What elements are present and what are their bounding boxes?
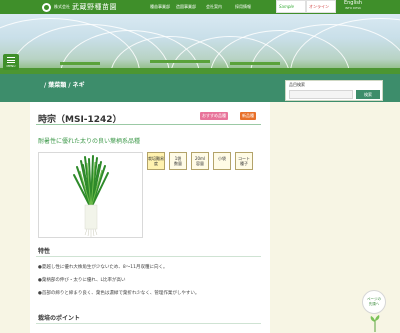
volume-label: 20ml 容量 (194, 156, 206, 166)
search-label: 品目検索 (289, 82, 305, 87)
english-sub-label: INFO DESK (344, 6, 362, 10)
coated-seed-label: コート 種子 (238, 156, 250, 166)
cultivation-divider (36, 323, 261, 324)
banner-ad-1-text: Sample (279, 4, 294, 9)
back-to-top-button[interactable]: ページの 先頭へ (362, 290, 386, 314)
volume-icon: 20ml 容量 (191, 152, 209, 170)
menu-button[interactable]: MENU (3, 54, 19, 70)
feature-item: ●葉柄部の伸び・太りに優れ、L比率が高い (38, 278, 126, 283)
banner-ad-2[interactable]: オンライン (306, 0, 336, 13)
cultivation-heading: 栽培のポイント (38, 315, 81, 322)
difficulty-icon: 栽培難易度 (147, 152, 165, 170)
logo-text: 武蔵野種苗園 (72, 3, 117, 11)
company-logo[interactable]: 株式会社 武蔵野種苗園 (42, 1, 117, 13)
back-to-top-label: ページの 先頭へ (367, 297, 381, 306)
sprout-icon (370, 315, 380, 332)
feature-item: ●首部の締りと締まり良く、葉色は濃緑で葉折れ少なく、管理作業がしやすい。 (38, 291, 200, 296)
nav-company-info[interactable]: 会社案内 (206, 4, 222, 10)
new-variety-badge: 新品種 (240, 112, 256, 120)
nav-landscape-division[interactable]: 造園事業部 (176, 4, 196, 10)
feature-item: ●夏越し性に優れ大株角生が少ないため、8〜11月収穫に向く。 (38, 265, 168, 270)
banner-ad-2-text: オンライン (309, 4, 329, 9)
menu-label: MENU (6, 64, 16, 68)
features-divider (36, 256, 261, 257)
recommended-badge: おすすめ品種 (200, 112, 228, 120)
nav-seed-division[interactable]: 種苗事業部 (150, 4, 170, 10)
nav-recruit[interactable]: 採用情報 (235, 4, 251, 10)
product-photo[interactable] (38, 152, 143, 238)
product-search-box: 品目検索 検索 (285, 80, 383, 101)
breadcrumb-band: / 葉菜類 / ネギ 品目検索 検索 (0, 74, 400, 102)
coated-seed-icon: コート 種子 (235, 152, 253, 170)
attribute-icons: 栽培難易度 1袋 数量 20ml 容量 小袋 コート 種子 (147, 152, 253, 170)
small-bag-label: 小袋 (218, 156, 226, 161)
quantity-icon: 1袋 数量 (169, 152, 187, 170)
breadcrumb[interactable]: / 葉菜類 / ネギ (44, 80, 85, 89)
search-button[interactable]: 検索 (356, 90, 380, 99)
logo-mark-icon (42, 2, 51, 12)
title-divider (36, 124, 261, 125)
features-heading: 特性 (38, 248, 51, 255)
logo-small-text: 株式会社 (54, 4, 70, 9)
top-bar: 株式会社 武蔵野種苗園 種苗事業部 造園事業部 会社案内 採用情報 Sample… (0, 0, 400, 14)
search-input[interactable] (289, 90, 353, 99)
english-link[interactable]: English INFO DESK (343, 1, 363, 11)
product-catchphrase: 耐暑性に優れた太りの良い葉柄系品種 (38, 138, 141, 145)
banner-ad-1[interactable]: Sample (276, 0, 306, 13)
small-bag-icon: 小袋 (213, 152, 231, 170)
quantity-label: 1袋 数量 (174, 156, 182, 166)
difficulty-label: 栽培難易度 (148, 156, 164, 166)
hero-greenhouse-image: MENU (0, 14, 400, 74)
green-onion-image (73, 155, 109, 237)
